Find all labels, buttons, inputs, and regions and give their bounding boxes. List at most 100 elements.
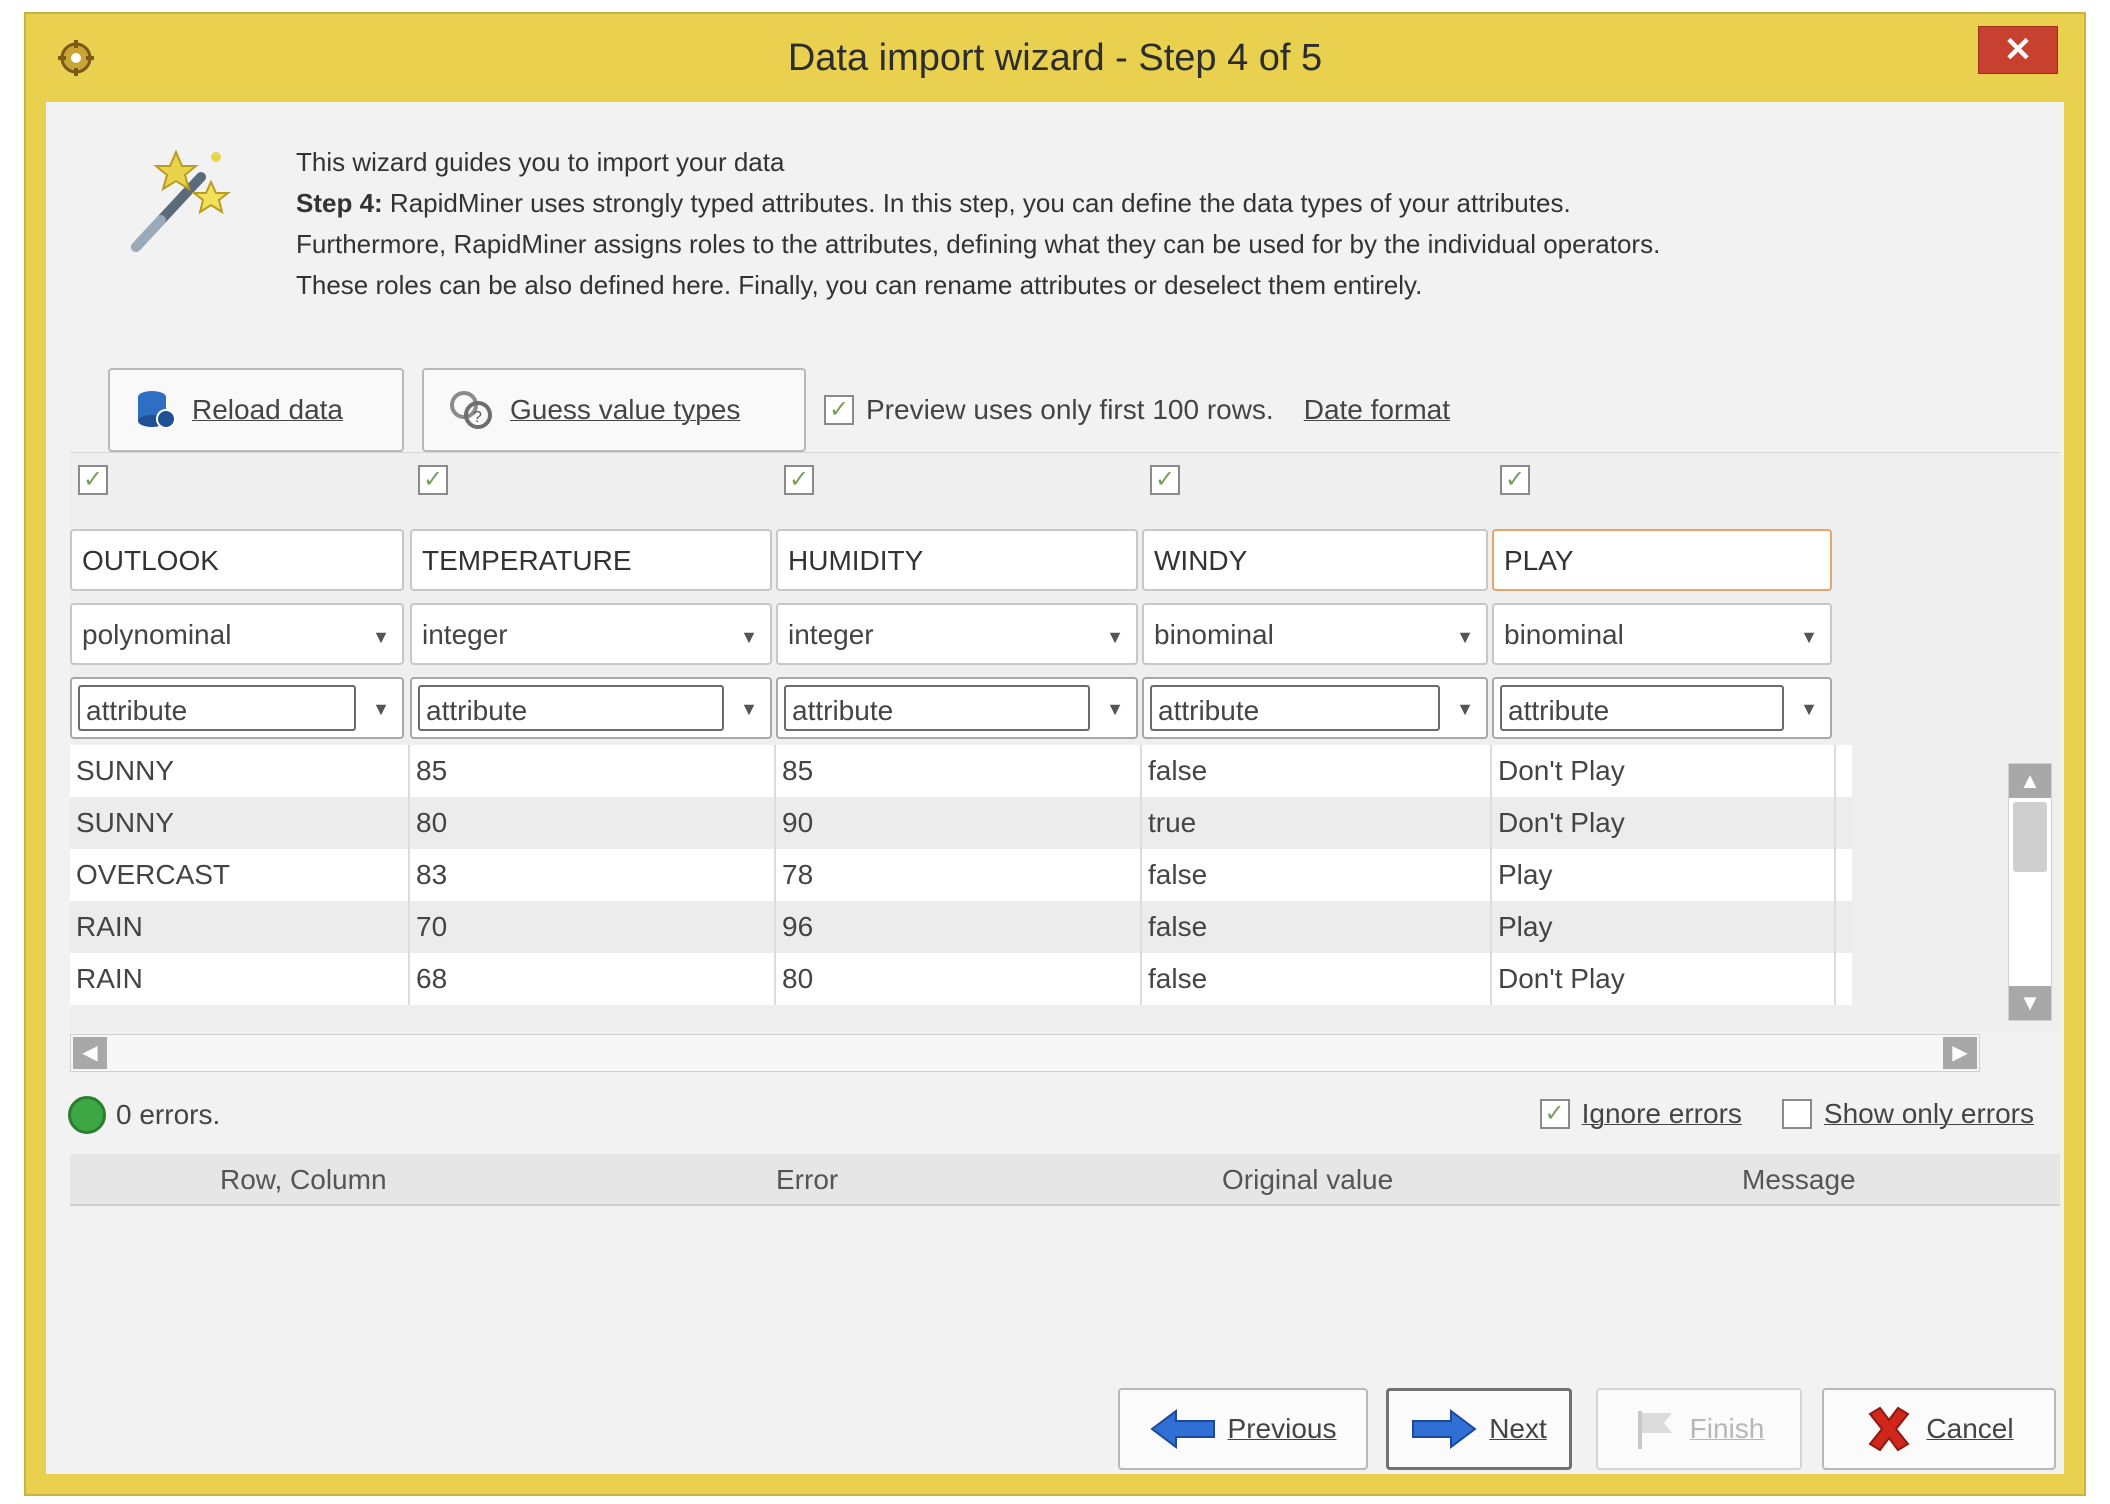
chevron-down-icon: ▼: [1800, 699, 1818, 719]
chevron-down-icon: ▼: [740, 627, 758, 647]
next-label: Next: [1489, 1413, 1547, 1444]
table-cell: Play: [1492, 901, 1836, 953]
finish-label: Finish: [1689, 1413, 1765, 1444]
toolbar: Reload data ? Guess value types ✓ Previe…: [108, 368, 2008, 452]
intro-line-1: This wizard guides you to import your da…: [296, 147, 785, 177]
vertical-scrollbar[interactable]: ▲ ▼: [2008, 763, 2052, 1021]
table-cell: 78: [776, 849, 1142, 901]
scroll-up-button[interactable]: ▲: [2009, 764, 2051, 798]
column-include-checkbox[interactable]: ✓: [1500, 465, 1530, 495]
table-cell: false: [1142, 849, 1492, 901]
chevron-down-icon: ▼: [372, 627, 390, 647]
preview-label: Preview uses only first 100 rows.: [866, 394, 1274, 425]
scroll-right-button[interactable]: ▶: [1943, 1037, 1977, 1069]
table-cell: 80: [410, 797, 776, 849]
role-select[interactable]: attribute ▼: [776, 677, 1138, 739]
preview-checkbox[interactable]: ✓: [824, 395, 854, 425]
table-cell: RAIN: [70, 953, 410, 1005]
value-type-select[interactable]: integer ▼: [776, 603, 1138, 665]
next-button[interactable]: Next: [1386, 1388, 1572, 1470]
role-value[interactable]: attribute: [1150, 685, 1440, 731]
table-cell: false: [1142, 901, 1492, 953]
role-value[interactable]: attribute: [784, 685, 1090, 731]
ignore-errors-label[interactable]: Ignore errors: [1582, 1098, 1742, 1130]
table-cell: 80: [776, 953, 1142, 1005]
table-cell: Don't Play: [1492, 745, 1836, 797]
guess-types-icon: ?: [450, 391, 492, 429]
table-row[interactable]: OVERCAST 83 78 false Play: [70, 849, 1852, 901]
database-reload-icon: [138, 391, 176, 429]
value-type-select[interactable]: binominal ▼: [1142, 603, 1488, 665]
role-value[interactable]: attribute: [78, 685, 356, 731]
column-include-checkbox[interactable]: ✓: [78, 465, 108, 495]
ignore-errors-checkbox[interactable]: ✓: [1539, 1099, 1570, 1129]
table-cell: true: [1142, 797, 1492, 849]
column-name-input[interactable]: HUMIDITY: [776, 529, 1138, 591]
column-header-original-value[interactable]: Original value: [1222, 1164, 1393, 1196]
chevron-down-icon: ▼: [740, 699, 758, 719]
column-include-checkbox[interactable]: ✓: [418, 465, 448, 495]
intro-line-2: Step 4: RapidMiner uses strongly typed a…: [296, 183, 2036, 224]
column-name-input[interactable]: OUTLOOK: [70, 529, 404, 591]
flag-icon: [1637, 1411, 1672, 1449]
close-button[interactable]: ✕: [1978, 26, 2058, 74]
role-value[interactable]: attribute: [418, 685, 724, 731]
table-cell: SUNNY: [70, 745, 410, 797]
svg-text:?: ?: [473, 409, 482, 426]
table-cell: 96: [776, 901, 1142, 953]
role-select[interactable]: attribute ▼: [410, 677, 772, 739]
column-name-input[interactable]: PLAY: [1492, 529, 1832, 591]
table-row[interactable]: RAIN 70 96 false Play: [70, 901, 1852, 953]
title-bar[interactable]: Data import wizard - Step 4 of 5 ✕: [26, 14, 2084, 102]
scroll-left-button[interactable]: ◀: [73, 1037, 107, 1069]
role-select[interactable]: attribute ▼: [1142, 677, 1488, 739]
column-include-checkbox[interactable]: ✓: [1150, 465, 1180, 495]
horizontal-scrollbar[interactable]: ◀ ▶: [70, 1034, 1980, 1072]
column-include-checkbox[interactable]: ✓: [784, 465, 814, 495]
cancel-button[interactable]: Cancel: [1822, 1388, 2056, 1470]
role-value[interactable]: attribute: [1500, 685, 1784, 731]
error-options: ✓ Ignore errors ✓ Show only errors: [1539, 1098, 2034, 1130]
chevron-down-icon: ▼: [372, 699, 390, 719]
date-format-link[interactable]: Date format: [1304, 394, 1450, 426]
finish-button[interactable]: Finish: [1596, 1388, 1802, 1470]
previous-button[interactable]: Previous: [1118, 1388, 1368, 1470]
value-type-value: binominal: [1154, 619, 1274, 650]
table-cell: 85: [410, 745, 776, 797]
table-row[interactable]: RAIN 68 80 false Don't Play: [70, 953, 1852, 1005]
table-row[interactable]: SUNNY 85 85 false Don't Play: [70, 745, 1852, 797]
role-select[interactable]: attribute ▼: [1492, 677, 1832, 739]
value-type-select[interactable]: integer ▼: [410, 603, 772, 665]
reload-data-button[interactable]: Reload data: [108, 368, 404, 452]
column-name-input[interactable]: WINDY: [1142, 529, 1488, 591]
scroll-thumb[interactable]: [2013, 802, 2047, 872]
table-cell: OVERCAST: [70, 849, 410, 901]
table-cell: 90: [776, 797, 1142, 849]
scroll-down-button[interactable]: ▼: [2009, 986, 2051, 1020]
app-icon: [58, 40, 94, 76]
step-description: RapidMiner uses strongly typed attribute…: [382, 188, 1571, 218]
check-ok-icon: [68, 1096, 106, 1134]
column-header-row-column[interactable]: Row, Column: [220, 1164, 387, 1196]
table-cell: RAIN: [70, 901, 410, 953]
column-header-message[interactable]: Message: [1742, 1164, 1856, 1196]
value-type-value: binominal: [1504, 619, 1624, 650]
window-title: Data import wizard - Step 4 of 5: [787, 36, 1323, 79]
column-header-error[interactable]: Error: [776, 1164, 838, 1196]
show-only-errors-label[interactable]: Show only errors: [1824, 1098, 2034, 1130]
role-select[interactable]: attribute ▼: [70, 677, 404, 739]
table-row[interactable]: SUNNY 80 90 true Don't Play: [70, 797, 1852, 849]
show-only-errors-checkbox[interactable]: ✓: [1781, 1099, 1812, 1129]
error-table-header: Row, Column Error Original value Message: [70, 1154, 2060, 1206]
step-label: Step 4:: [296, 188, 383, 218]
cancel-x-icon: [1868, 1406, 1910, 1452]
value-type-select[interactable]: polynominal ▼: [70, 603, 404, 665]
guess-value-types-button[interactable]: ? Guess value types: [422, 368, 806, 452]
arrow-right-icon: [1412, 1409, 1477, 1449]
column-name-input[interactable]: TEMPERATURE: [410, 529, 772, 591]
chevron-down-icon: ▼: [1456, 627, 1474, 647]
preview-table: SUNNY 85 85 false Don't Play SUNNY 80 90…: [70, 745, 1852, 1005]
value-type-select[interactable]: binominal ▼: [1492, 603, 1832, 665]
intro-line-3: Furthermore, RapidMiner assigns roles to…: [296, 229, 1661, 259]
table-cell: Don't Play: [1492, 797, 1836, 849]
